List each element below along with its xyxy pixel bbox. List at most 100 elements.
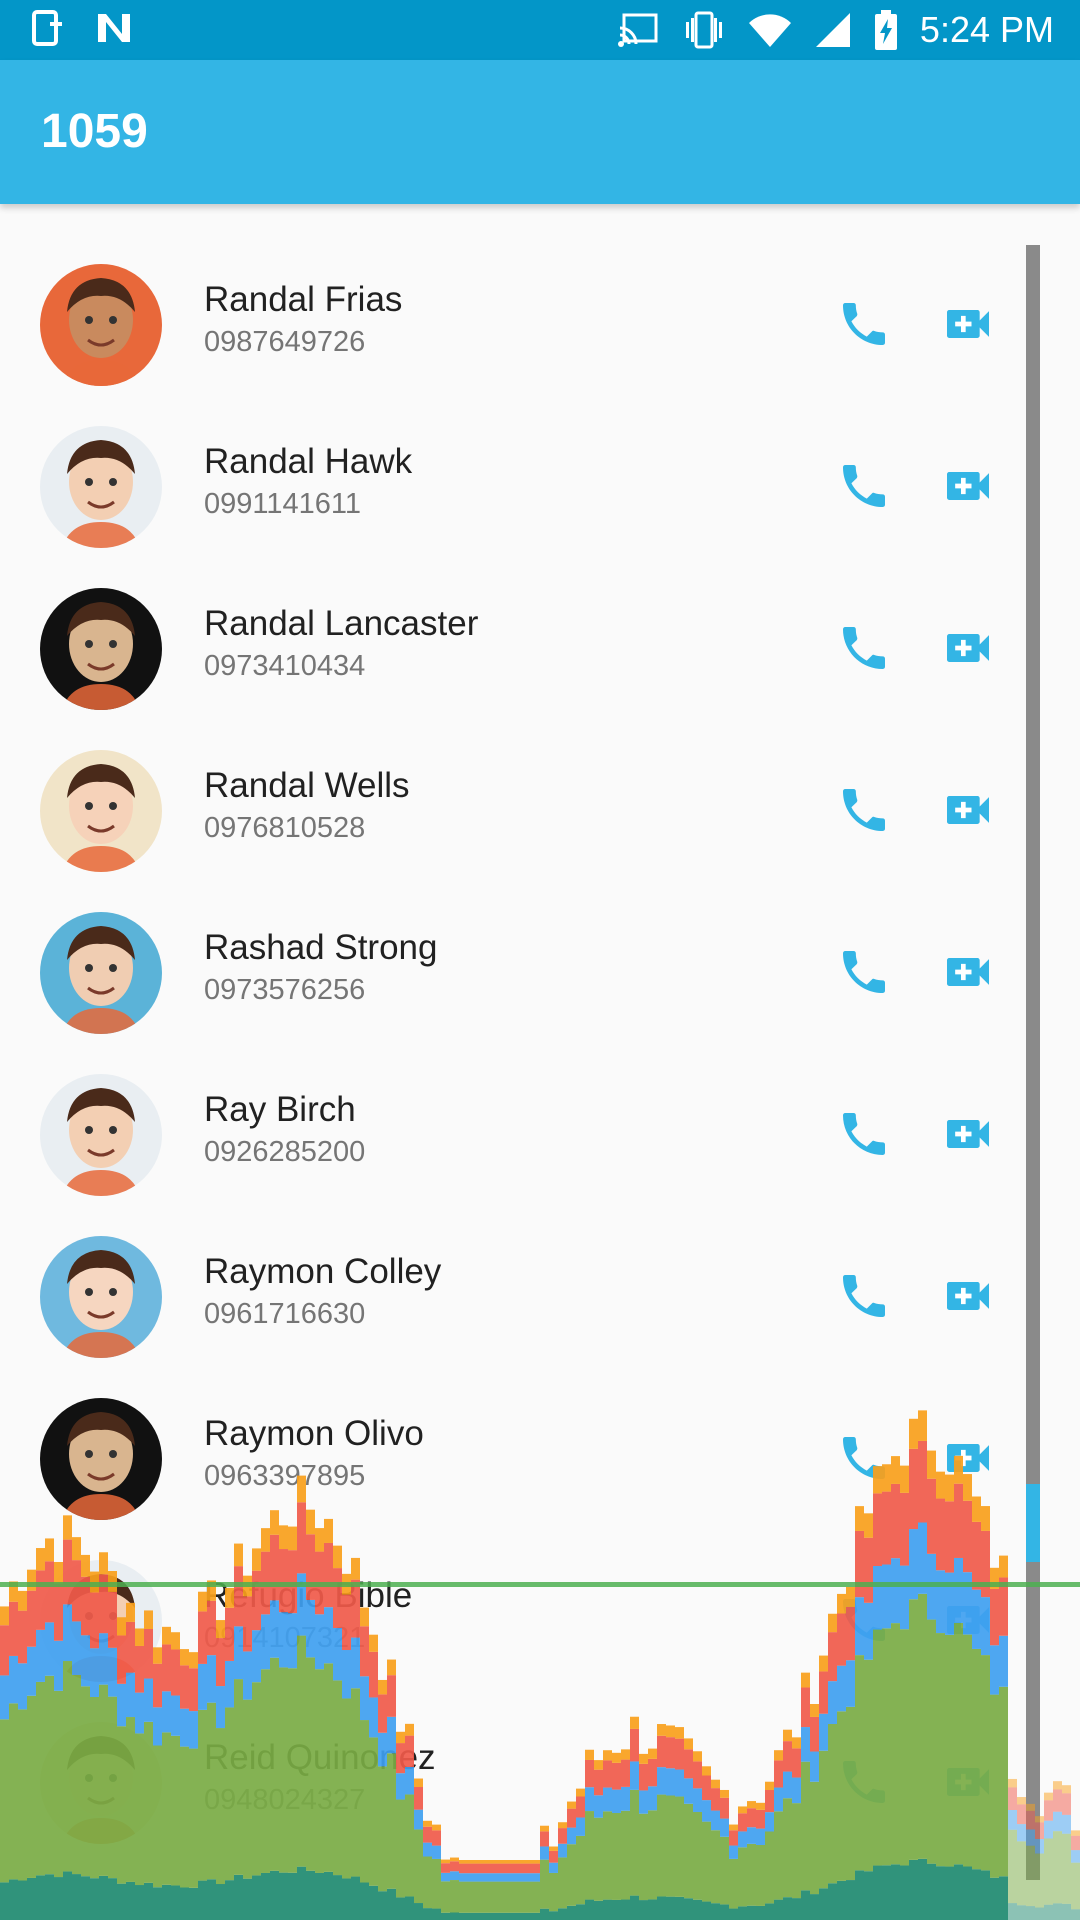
- gpu-bar-segment: [333, 1875, 342, 1920]
- phone-call-icon[interactable]: [836, 944, 892, 1000]
- phone-call-icon[interactable]: [836, 1592, 892, 1648]
- contact-row[interactable]: Refugio Bible 0914107321: [0, 1536, 1020, 1698]
- phone-call-icon[interactable]: [836, 1268, 892, 1324]
- gpu-bar-segment: [432, 1858, 441, 1909]
- contact-row[interactable]: Reid Quinonez 0948024327: [0, 1698, 1020, 1860]
- video-call-icon[interactable]: [940, 1430, 996, 1486]
- gpu-bar-segment: [657, 1896, 666, 1920]
- video-call-icon[interactable]: [940, 782, 996, 838]
- gpu-bar-segment: [270, 1870, 279, 1920]
- gpu-bar-segment: [468, 1873, 477, 1882]
- gpu-bar-segment: [360, 1882, 369, 1920]
- gpu-bar-segment: [234, 1874, 243, 1920]
- scrollbar[interactable]: [1026, 245, 1040, 1880]
- gpu-bar-segment: [216, 1884, 225, 1920]
- gpu-bar-segment: [459, 1912, 468, 1920]
- gpu-bar-segment: [459, 1863, 468, 1874]
- gpu-bar-segment: [351, 1876, 360, 1920]
- gpu-bar-segment: [1062, 1793, 1071, 1815]
- phone-call-icon[interactable]: [836, 1106, 892, 1162]
- gpu-bar-segment: [468, 1912, 477, 1920]
- gpu-bar-segment: [693, 1899, 702, 1920]
- phone-call-icon[interactable]: [836, 458, 892, 514]
- phone-call-icon[interactable]: [836, 296, 892, 352]
- contact-row[interactable]: Ray Birch 0926285200: [0, 1050, 1020, 1212]
- gpu-bar-segment: [495, 1863, 504, 1874]
- contact-row[interactable]: Rashad Strong 0973576256: [0, 888, 1020, 1050]
- gpu-bar-segment: [594, 1900, 603, 1920]
- gpu-bar-segment: [54, 1877, 63, 1920]
- gpu-bar-segment: [486, 1860, 495, 1864]
- phone-call-icon[interactable]: [836, 782, 892, 838]
- gpu-bar-segment: [531, 1863, 540, 1874]
- gpu-bar-segment: [495, 1912, 504, 1920]
- contact-name: Randal Lancaster: [204, 604, 479, 643]
- video-call-icon[interactable]: [940, 1268, 996, 1324]
- video-call-icon[interactable]: [940, 944, 996, 1000]
- gpu-bar-segment: [72, 1874, 81, 1920]
- gpu-bar-segment: [981, 1870, 990, 1920]
- gpu-bar-segment: [540, 1859, 549, 1909]
- contact-row[interactable]: Raymon Olivo 0963397895: [0, 1374, 1020, 1536]
- video-call-icon[interactable]: [940, 458, 996, 514]
- gpu-bar-segment: [450, 1861, 459, 1872]
- contact-phone-number: 0973410434: [204, 650, 366, 682]
- gpu-bar-segment: [324, 1871, 333, 1920]
- gpu-bar-segment: [801, 1890, 810, 1920]
- video-call-icon[interactable]: [940, 620, 996, 676]
- gpu-bar-segment: [477, 1863, 486, 1874]
- gpu-bar-segment: [1071, 1909, 1080, 1920]
- gpu-bar-segment: [288, 1872, 297, 1920]
- contact-row[interactable]: Randal Lancaster 0973410434: [0, 564, 1020, 726]
- contact-phone-number: 0948024327: [204, 1784, 366, 1816]
- gpu-bar-segment: [459, 1860, 468, 1864]
- contact-phone-number: 0973576256: [204, 974, 366, 1006]
- gpu-bar-segment: [432, 1908, 441, 1920]
- gpu-bar-segment: [513, 1912, 522, 1920]
- gpu-bar-segment: [954, 1864, 963, 1920]
- gpu-bar-segment: [549, 1911, 558, 1920]
- gpu-bar-segment: [405, 1896, 414, 1920]
- gpu-bar-segment: [252, 1875, 261, 1920]
- gpu-bar-segment: [531, 1873, 540, 1882]
- gpu-bar-segment: [1044, 1820, 1053, 1839]
- video-call-icon[interactable]: [940, 1592, 996, 1648]
- phone-call-icon[interactable]: [836, 620, 892, 676]
- gpu-bar-segment: [459, 1881, 468, 1913]
- contact-phone-number: 0991141611: [204, 488, 361, 520]
- gpu-bar-segment: [549, 1872, 558, 1912]
- gpu-bar-segment: [1071, 1835, 1080, 1851]
- gpu-bar-segment: [612, 1899, 621, 1920]
- video-call-icon[interactable]: [940, 296, 996, 352]
- gpu-bar-segment: [765, 1903, 774, 1920]
- contact-row[interactable]: Randal Frias 0987649726: [0, 240, 1020, 402]
- gpu-bar-segment: [900, 1865, 909, 1920]
- contact-name: Randal Frias: [204, 280, 403, 319]
- gpu-bar-segment: [963, 1866, 972, 1920]
- contact-row[interactable]: Raymon Colley 0961716630: [0, 1212, 1020, 1374]
- gpu-bar-segment: [243, 1878, 252, 1920]
- phone-call-icon[interactable]: [836, 1430, 892, 1486]
- gpu-bar-segment: [711, 1903, 720, 1920]
- gpu-bar-segment: [738, 1906, 747, 1920]
- phone-call-icon[interactable]: [836, 1754, 892, 1810]
- gpu-bar-segment: [684, 1898, 693, 1920]
- gpu-bar-segment: [990, 1877, 999, 1920]
- gpu-bar-segment: [117, 1883, 126, 1920]
- gpu-bar-segment: [144, 1882, 153, 1920]
- gpu-bar-segment: [477, 1881, 486, 1913]
- gpu-bar-segment: [468, 1860, 477, 1864]
- gpu-bar-segment: [27, 1877, 36, 1920]
- gpu-bar-segment: [36, 1875, 45, 1920]
- contact-name: Ray Birch: [204, 1090, 356, 1129]
- contact-name: Rashad Strong: [204, 928, 438, 967]
- contact-name: Refugio Bible: [204, 1576, 413, 1615]
- gpu-bar-segment: [396, 1897, 405, 1920]
- gpu-bar-segment: [1071, 1850, 1080, 1863]
- video-call-icon[interactable]: [940, 1106, 996, 1162]
- video-call-icon[interactable]: [940, 1754, 996, 1810]
- contact-row[interactable]: Randal Wells 0976810528: [0, 726, 1020, 888]
- contact-row[interactable]: Randal Hawk 0991141611: [0, 402, 1020, 564]
- gpu-bar-segment: [1017, 1905, 1026, 1920]
- scrollbar-thumb[interactable]: [1026, 1484, 1040, 1562]
